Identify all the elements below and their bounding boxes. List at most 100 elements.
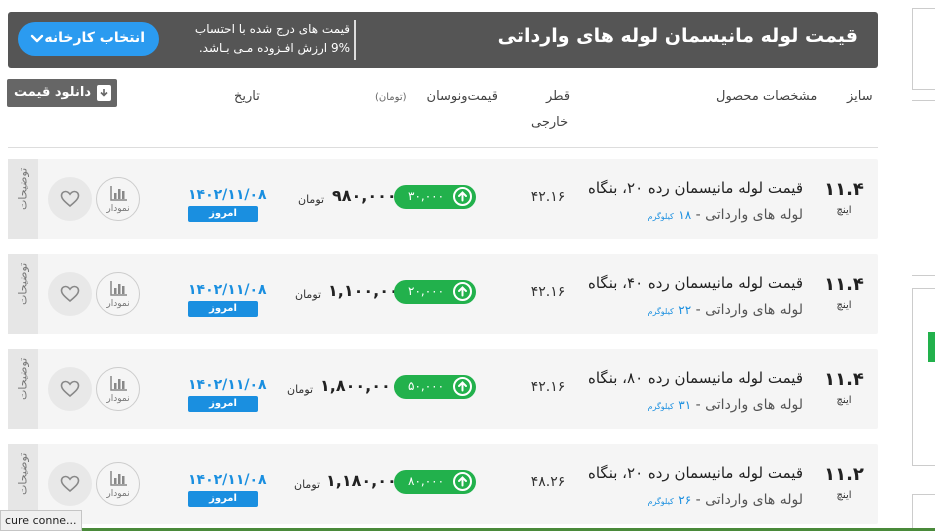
side-ad-fragment [928, 332, 935, 362]
product-category: لوله های وارداتی - ۲۶ کیلوگرم [648, 492, 803, 508]
bar-chart-icon [110, 281, 127, 296]
price-value: ۹۸۰,۰۰۰ [332, 186, 397, 205]
pipe-size: ۱۱.۲ [824, 464, 864, 485]
product-weight-unit: کیلوگرم [647, 212, 674, 221]
currency-label: تومان [294, 478, 321, 491]
heart-icon [60, 190, 80, 208]
col-size: سایز [847, 89, 873, 104]
arrow-up-icon [453, 187, 472, 206]
side-panel-middle [912, 100, 935, 276]
heart-icon [60, 285, 80, 303]
table-row: توضیحات نمودار ۱۴۰۲/۱۱/۰۸ امروز تومان ۱,… [8, 444, 878, 524]
arrow-up-icon [453, 282, 472, 301]
outer-diameter: ۴۲.۱۶ [530, 284, 566, 300]
product-category-label: لوله های وارداتی - [691, 302, 803, 318]
product-name-link[interactable]: قیمت لوله مانیسمان رده ۲۰، بنگاه [588, 179, 803, 197]
heart-icon [60, 380, 80, 398]
currency-label: تومان [298, 193, 325, 206]
arrow-up-icon [453, 377, 472, 396]
vat-note: قیمت های درج شده با احتساب 9% ارزش افـزو… [182, 20, 350, 58]
col-price-unit: (تومان) [375, 92, 407, 103]
today-badge: امروز [188, 301, 258, 317]
chart-button[interactable]: نمودار [96, 177, 140, 221]
product-category: لوله های وارداتی - ۲۲ کیلوگرم [648, 302, 803, 318]
price-change-badge: ۵۰,۰۰۰ [394, 375, 476, 399]
description-label: توضیحات [16, 357, 30, 400]
price-change-badge: ۲۰,۰۰۰ [394, 280, 476, 304]
description-tab[interactable]: توضیحات [8, 159, 38, 239]
favorite-button[interactable] [48, 177, 92, 221]
chevron-down-icon [30, 34, 44, 43]
col-date: تاریخ [234, 89, 260, 104]
description-label: توضیحات [16, 452, 30, 495]
price-date: ۱۴۰۲/۱۱/۰۸ [188, 282, 267, 298]
price-date: ۱۴۰۲/۱۱/۰۸ [188, 187, 267, 203]
price-date: ۱۴۰۲/۱۱/۰۸ [188, 472, 267, 488]
pipe-size: ۱۱.۴ [824, 274, 864, 295]
price-change-value: ۲۰,۰۰۰ [408, 284, 445, 298]
product-category: لوله های وارداتی - ۱۸ کیلوگرم [648, 207, 803, 223]
outer-diameter: ۴۲.۱۶ [530, 379, 566, 395]
description-label: توضیحات [16, 262, 30, 305]
chart-button[interactable]: نمودار [96, 367, 140, 411]
select-factory-button[interactable]: انتخاب کارخانه [18, 22, 159, 56]
product-name-link[interactable]: قیمت لوله مانیسمان رده ۸۰، بنگاه [588, 369, 803, 387]
col-product-spec: مشخصات محصول [716, 89, 818, 104]
select-factory-label: انتخاب کارخانه [44, 30, 145, 46]
favorite-button[interactable] [48, 367, 92, 411]
product-weight-unit: کیلوگرم [647, 497, 674, 506]
header-divider [354, 20, 356, 60]
col-outer-diameter-1: قطر [546, 89, 571, 104]
price-change-value: ۸۰,۰۰۰ [408, 474, 445, 488]
vat-note-line-2: 9% ارزش افـزوده مـی بـاشد. [198, 41, 350, 55]
currency-label: تومان [287, 383, 314, 396]
table-row: توضیحات نمودار ۱۴۰۲/۱۱/۰۸ امروز تومان ۱,… [8, 349, 878, 429]
product-weight: ۲۶ [678, 493, 692, 507]
side-panel-top [912, 8, 935, 90]
heart-icon [60, 475, 80, 493]
price-change-value: ۵۰,۰۰۰ [408, 379, 445, 393]
price-value: ۱,۸۰۰,۰۰۰ [320, 376, 401, 395]
today-badge: امروز [188, 396, 258, 412]
chart-button[interactable]: نمودار [96, 462, 140, 506]
side-panel-bottom [912, 494, 935, 531]
vat-note-line-1: قیمت های درج شده با احتساب [194, 22, 350, 36]
product-weight: ۲۲ [678, 303, 692, 317]
product-category-label: لوله های وارداتی - [691, 492, 803, 508]
pipe-size: ۱۱.۴ [824, 369, 864, 390]
description-tab[interactable]: توضیحات [8, 349, 38, 429]
download-file-icon [97, 85, 111, 101]
description-label: توضیحات [16, 167, 30, 210]
bar-chart-icon [110, 376, 127, 391]
chart-label: نمودار [106, 204, 130, 214]
chart-button[interactable]: نمودار [96, 272, 140, 316]
product-weight: ۳۱ [678, 398, 692, 412]
chart-label: نمودار [106, 299, 130, 309]
favorite-button[interactable] [48, 462, 92, 506]
download-price-button[interactable]: دانلود قیمت [7, 79, 117, 107]
table-row: توضیحات نمودار ۱۴۰۲/۱۱/۰۸ امروز تومان ۹۸… [8, 159, 878, 239]
product-name-link[interactable]: قیمت لوله مانیسمان رده ۲۰، بنگاه [588, 464, 803, 482]
product-category-label: لوله های وارداتی - [691, 207, 803, 223]
page-title: قیمت لوله مانیسمان لوله های وارداتی [497, 25, 858, 47]
header-separator [8, 147, 878, 148]
product-name-link[interactable]: قیمت لوله مانیسمان رده ۴۰، بنگاه [588, 274, 803, 292]
bar-chart-icon [110, 186, 127, 201]
product-weight-unit: کیلوگرم [647, 307, 674, 316]
download-price-label: دانلود قیمت [14, 85, 91, 100]
pipe-size-unit: اینچ [836, 395, 852, 406]
product-category-label: لوله های وارداتی - [691, 397, 803, 413]
arrow-up-icon [453, 472, 472, 491]
chart-label: نمودار [106, 394, 130, 404]
description-tab[interactable]: توضیحات [8, 254, 38, 334]
today-badge: امروز [188, 206, 258, 222]
bar-chart-icon [110, 471, 127, 486]
table-row: توضیحات نمودار ۱۴۰۲/۱۱/۰۸ امروز تومان ۱,… [8, 254, 878, 334]
col-price-change-label: قیمت‌ونوسان [426, 89, 498, 104]
product-category: لوله های وارداتی - ۳۱ کیلوگرم [648, 397, 803, 413]
pipe-size: ۱۱.۴ [824, 179, 864, 200]
favorite-button[interactable] [48, 272, 92, 316]
price-date: ۱۴۰۲/۱۱/۰۸ [188, 377, 267, 393]
pipe-size-unit: اینچ [836, 300, 852, 311]
outer-diameter: ۴۲.۱۶ [530, 189, 566, 205]
